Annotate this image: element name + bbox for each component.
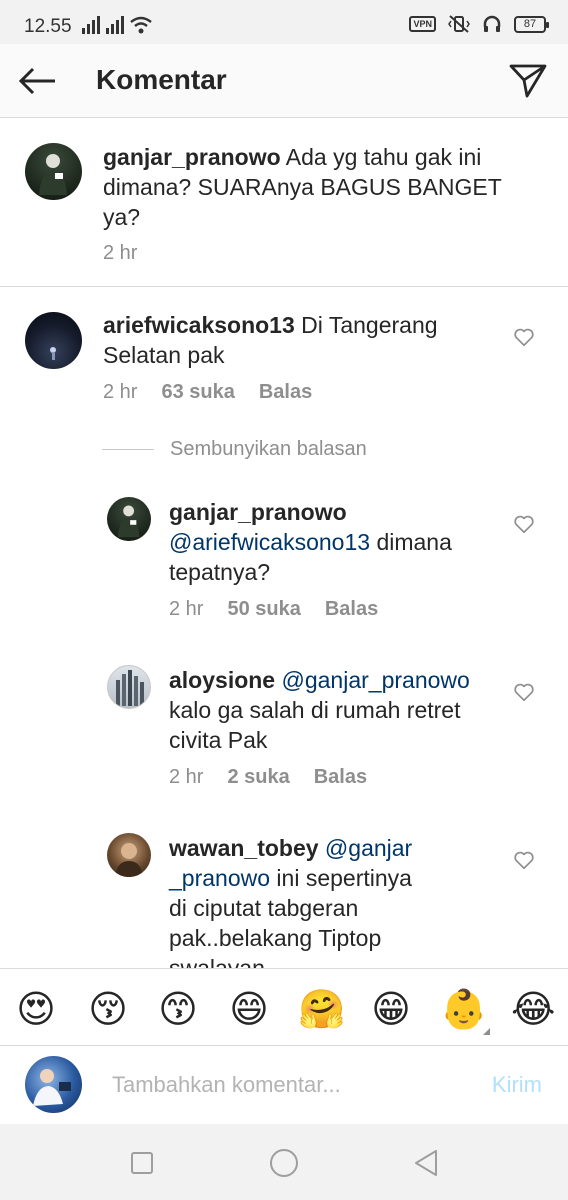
paper-plane-icon [509,64,547,98]
beaming-emoji-button[interactable]: 😁 [369,987,413,1031]
emoji-quick-bar: 😍 😚 😙 😄 🤗 😁 👶 😂 [0,968,568,1046]
avatar[interactable] [107,497,151,541]
avatar[interactable] [107,665,151,709]
home-button[interactable] [269,1148,299,1178]
more-emojis-indicator-icon [483,1028,490,1035]
caption-text-line1: Ada yg tahu gak ini [280,144,482,170]
status-left-icons [82,16,152,34]
triangle-back-icon [415,1150,437,1176]
reply-clip-region: wawan_tobey @ganjar _pranowo ini seperti… [0,820,568,968]
comment-text: ariefwicaksono13 Di Tangerang Selatan pa… [103,310,503,370]
reply-username[interactable]: aloysione [169,667,275,693]
reply-text-line2: dimana [370,529,452,555]
mention-link[interactable]: @ganjar [319,835,412,861]
circle-icon [270,1149,298,1177]
like-heart-icon[interactable] [513,681,535,703]
mention-link[interactable]: @ariefwicaksono13 [169,529,370,555]
reply-button[interactable]: Balas [314,766,367,789]
reply-text-line5: swalayan [169,955,265,968]
comment-likes[interactable]: 63 suka [161,381,234,404]
hide-replies-label: Sembunyikan balasan [170,438,367,460]
mute-vibrate-icon [448,15,470,33]
reply-meta: 2 hr 2 suka Balas [169,766,367,789]
status-bar: 12.55 VPN 87 [0,0,568,44]
recents-button[interactable] [127,1148,157,1178]
heart-eyes-emoji-button[interactable]: 😍 [14,987,58,1031]
comment-composer: Kirim [0,1046,568,1124]
page-title: Komentar [96,64,227,95]
square-icon [131,1152,153,1174]
kissing-smiling-eyes-emoji-button[interactable]: 😙 [156,987,200,1031]
reply-button[interactable]: Balas [259,381,312,404]
comment-text-line1: Di Tangerang [294,312,438,338]
hide-replies-button[interactable]: Sembunyikan balasan [102,438,367,461]
mention-link-continued[interactable]: _pranowo [169,865,270,891]
caption-text-line3: ya? [103,204,141,230]
reply-text: wawan_tobey @ganjar _pranowo ini seperti… [169,833,499,968]
person-photo-icon [33,1069,71,1106]
reply-text-line2: ini sepertinya [270,865,412,891]
system-navigation-bar [0,1124,568,1200]
caption-text: ganjar_pranowo Ada yg tahu gak ini diman… [103,142,533,232]
avatar[interactable] [107,833,151,877]
comment-time: 2 hr [103,381,138,403]
reply-text-line4: pak..belakang Tiptop [169,925,382,951]
comment-text-line2: Selatan pak [103,342,225,368]
caption-username[interactable]: ganjar_pranowo [103,144,281,170]
reply-text-line3: civita Pak [169,727,268,753]
wifi-icon [130,16,152,34]
reply-time: 2 hr [169,766,204,788]
mention-link[interactable]: @ganjar_pranowo [275,667,469,693]
reply-button[interactable]: Balas [325,598,378,621]
caption-text-line2: dimana? SUARAnya BAGUS BANGET [103,174,502,200]
baby-emoji-button[interactable]: 👶 [440,987,487,1031]
reply-meta: 2 hr 50 suka Balas [169,598,378,621]
reply-text-line2: kalo ga salah di rumah retret [169,697,461,723]
comment-input[interactable] [112,1066,462,1104]
status-time: 12.55 [24,16,72,37]
divider [0,286,568,287]
headphones-icon [483,15,501,32]
vpn-icon: VPN [409,16,436,32]
stage-photo-icon [50,347,56,360]
avatar[interactable] [25,143,82,200]
buildings-photo-icon [116,670,144,706]
grinning-smiling-eyes-emoji-button[interactable]: 😄 [227,987,271,1031]
reply-text-line3: di ciputat tabgeran [169,895,359,921]
like-heart-icon[interactable] [513,849,535,871]
person-photo-icon [117,505,140,538]
tears-of-joy-emoji-button[interactable]: 😂 [511,987,555,1031]
caption-time: 2 hr [103,242,138,264]
person-photo-icon [115,843,143,877]
reply-text-line3: tepatnya? [169,559,271,585]
reply-text: ganjar_pranowo @ariefwicaksono13 dimana … [169,497,499,587]
arrow-left-icon [18,67,55,95]
signal-icon [106,16,124,34]
comment-meta: 2 hr 63 suka Balas [103,381,312,404]
current-user-avatar [25,1056,82,1113]
avatar[interactable] [25,312,82,369]
signal-icon [82,16,100,34]
reply-time: 2 hr [169,598,204,620]
reply-username[interactable]: wawan_tobey [169,835,319,861]
hugging-emoji-button[interactable]: 🤗 [298,987,345,1031]
battery-icon: 87 [514,15,549,33]
like-heart-icon[interactable] [513,513,535,535]
kissing-closed-eyes-emoji-button[interactable]: 😚 [86,987,130,1031]
reply-text: aloysione @ganjar_pranowo kalo ga salah … [169,665,499,755]
post-comment-button[interactable]: Kirim [492,1072,542,1098]
reply-likes[interactable]: 2 suka [227,766,289,789]
system-back-button[interactable] [411,1148,441,1178]
comment-username[interactable]: ariefwicaksono13 [103,312,295,338]
hide-replies-line [102,449,154,450]
caption-meta: 2 hr [103,242,137,265]
share-button[interactable] [506,58,550,102]
person-photo-icon [39,154,67,195]
like-heart-icon[interactable] [513,326,535,348]
top-app-bar: Komentar [0,44,568,118]
status-right-icons: VPN 87 [409,14,549,34]
reply-likes[interactable]: 50 suka [227,598,300,621]
back-button[interactable] [14,60,60,102]
reply-username[interactable]: ganjar_pranowo [169,499,347,525]
